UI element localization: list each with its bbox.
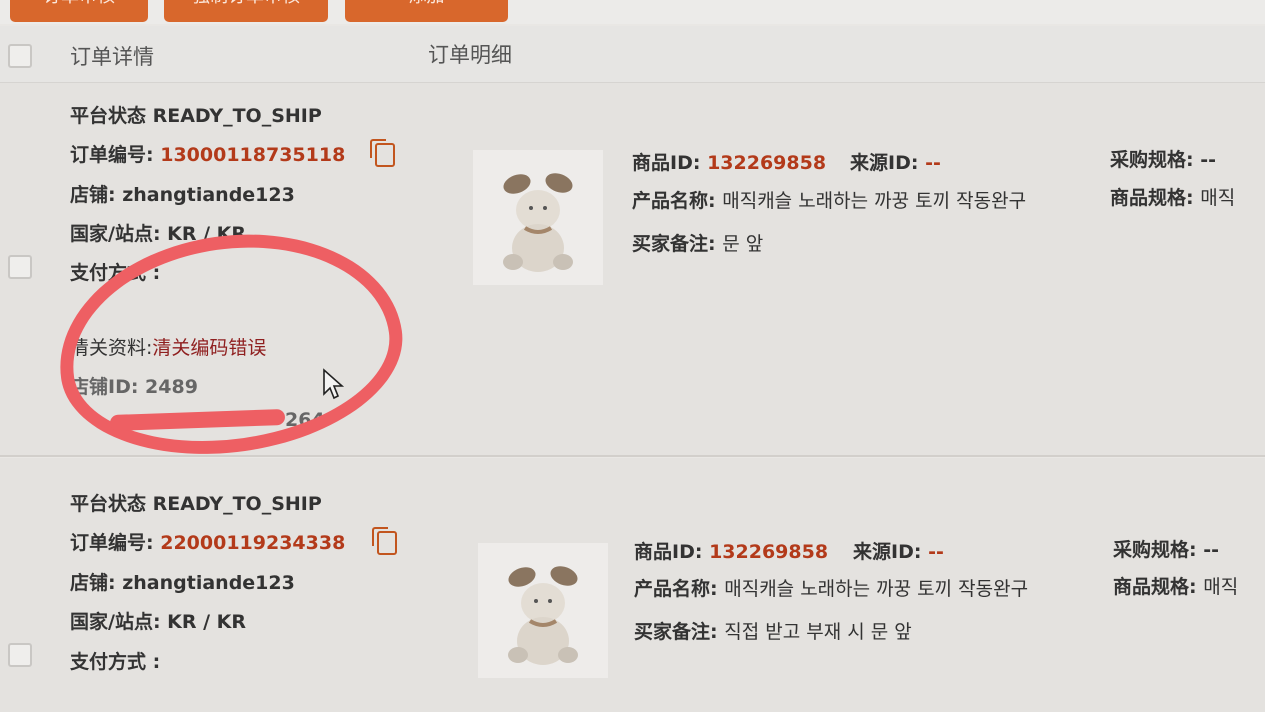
order-review-button[interactable]: 订单审核 (10, 0, 148, 22)
order-number-value: 22000119234338 (160, 532, 346, 554)
add-button[interactable]: 添加 (345, 0, 508, 22)
product-id: 商品ID: 132269858 (634, 541, 829, 563)
product-image (478, 543, 608, 678)
product-name: 产品名称: 매직캐슬 노래하는 까꿍 토끼 작동완구 (632, 190, 1027, 212)
product-spec: 商品规格: 매직 (1113, 576, 1239, 598)
platform-status: 平台状态 READY_TO_SHIP (70, 105, 322, 127)
platform-status: 平台状态 READY_TO_SHIP (70, 493, 322, 515)
purchase-spec: 采购规格: -- (1113, 539, 1220, 561)
buyer-note: 买家备注: 직접 받고 부재 시 문 앞 (634, 621, 912, 643)
column-order-details: 订单详情 (70, 45, 154, 69)
shop-name: 店铺: zhangtiande123 (70, 184, 295, 206)
order-number: 订单编号: 22000119234338 (70, 528, 345, 555)
column-order-items: 订单明细 (428, 43, 512, 67)
copy-icon[interactable] (372, 527, 397, 555)
payment-method: 支付方式 : (70, 651, 161, 673)
table-header: 订单详情 订单明细 (0, 26, 1265, 83)
shop-id: 店铺ID: 2489 (70, 376, 198, 398)
product-id: 商品ID: 132269858 (632, 152, 827, 174)
plush-rabbit-icon (503, 173, 573, 272)
order-number-label: 订单编号: (70, 144, 154, 166)
buyer-note: 买家备注: 문 앞 (632, 233, 764, 255)
toolbar: 订单审核 强制订单审核 添加 (0, 0, 1265, 24)
order-number-label: 订单编号: (70, 532, 154, 554)
shop-name: 店铺: zhangtiande123 (70, 572, 295, 594)
country-site: 国家/站点: KR / KR (70, 611, 247, 633)
order-checkbox[interactable] (8, 255, 32, 279)
order-number-value: 13000118735118 (160, 144, 346, 166)
customs-label: 清关资料: (70, 337, 153, 359)
order-number: 订单编号: 13000118735118 (70, 140, 345, 167)
copy-icon[interactable] (370, 139, 395, 167)
payment-method: 支付方式 : (70, 262, 161, 284)
source-id: 来源ID: -- (853, 541, 944, 563)
shipping-partial: 264 (285, 409, 325, 431)
order-row: 平台状态 READY_TO_SHIP 订单编号: 22000119234338 … (0, 458, 1265, 712)
customs-info: 清关资料:清关编码错误 (70, 333, 266, 360)
source-id: 来源ID: -- (850, 152, 941, 174)
product-spec: 商品规格: 매직 (1110, 187, 1236, 209)
purchase-spec: 采购规格: -- (1110, 149, 1217, 171)
country-site: 国家/站点: KR / KR (70, 223, 247, 245)
product-name: 产品名称: 매직캐슬 노래하는 까꿍 토끼 작동완구 (634, 578, 1029, 600)
mouse-cursor-icon (323, 368, 345, 400)
force-order-review-button[interactable]: 强制订单审核 (164, 0, 328, 22)
order-row: 平台状态 READY_TO_SHIP 订单编号: 13000118735118 … (0, 83, 1265, 457)
order-checkbox[interactable] (8, 643, 32, 667)
select-all-checkbox[interactable] (8, 44, 32, 68)
plush-rabbit-icon (508, 566, 578, 665)
customs-value: 清关编码错误 (152, 337, 267, 359)
product-image (473, 150, 603, 285)
